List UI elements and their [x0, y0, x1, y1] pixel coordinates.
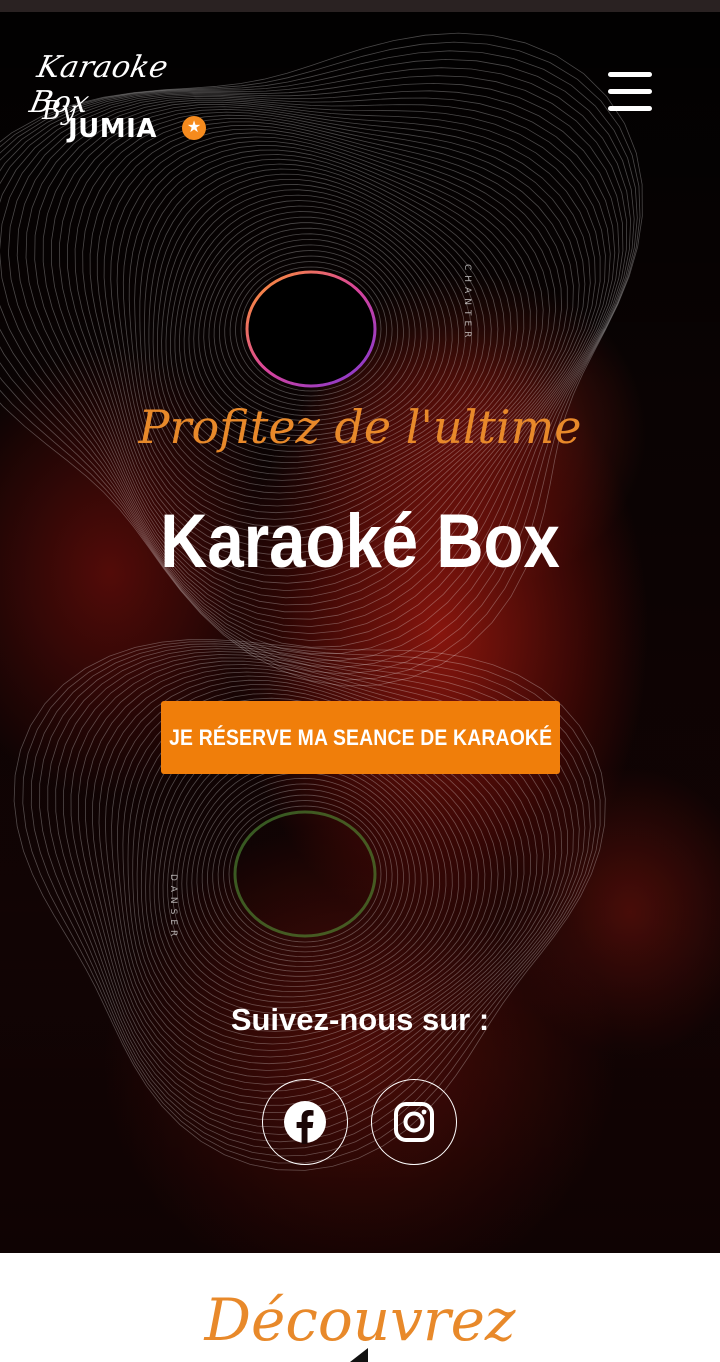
sound-wave-rings-decoration — [0, 32, 643, 1171]
karaoke-box-logo[interactable]: Karaoke Box By JUMIA ★ — [27, 44, 222, 154]
side-word-danser: DANSER — [168, 874, 178, 942]
facebook-link[interactable] — [262, 1079, 348, 1165]
logo-brand-text: JUMIA — [68, 114, 157, 144]
hero-section: Karaoke Box By JUMIA ★ CHANTER DANSER Pr… — [0, 12, 720, 1253]
instagram-icon — [394, 1102, 434, 1142]
side-word-chanter: CHANTER — [462, 264, 472, 343]
follow-us-label: Suivez-nous sur : — [230, 1002, 490, 1037]
hero-title: Karaoké Box — [160, 499, 560, 584]
book-session-button[interactable]: JE RÉSERVE MA SEANCE DE KARAOKÉ — [161, 701, 560, 774]
facebook-icon — [284, 1101, 326, 1144]
carousel-arrow-icon[interactable] — [350, 1348, 368, 1362]
jumia-star-icon: ★ — [182, 116, 206, 140]
hero-tagline: Profitez de l'ultime — [138, 400, 582, 454]
hamburger-menu-button[interactable] — [604, 68, 654, 116]
hamburger-icon — [608, 72, 652, 77]
instagram-link[interactable] — [371, 1079, 457, 1165]
discover-heading: Découvrez — [204, 1286, 516, 1354]
book-session-label: JE RÉSERVE MA SEANCE DE KARAOKÉ — [168, 724, 553, 750]
